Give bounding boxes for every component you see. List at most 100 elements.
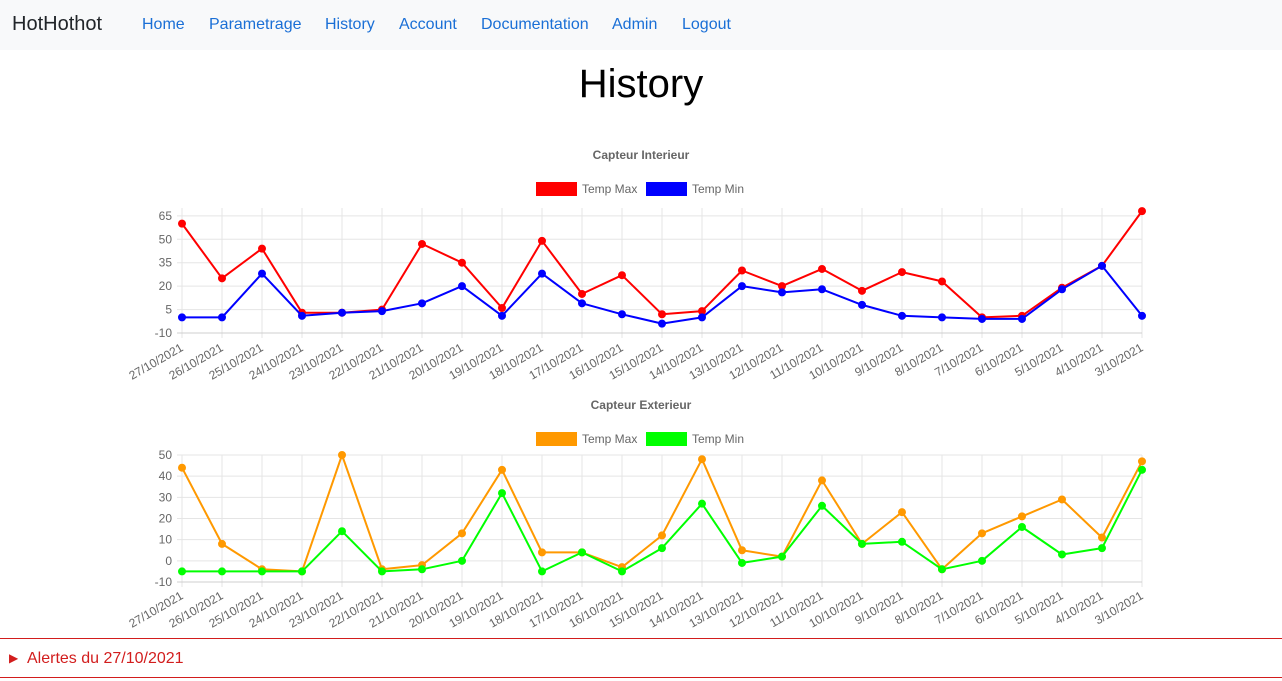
legend-swatch [536,432,577,446]
data-point [1058,550,1066,559]
nav-parametrage[interactable]: Parametrage [209,16,302,34]
data-point [1098,261,1106,270]
legend-swatch [646,432,687,446]
data-point [898,508,906,517]
data-point [778,288,786,297]
data-point [1018,512,1026,521]
data-point [818,264,826,273]
y-tick-label: 20 [159,279,173,293]
data-point [658,310,666,319]
data-point [1098,544,1106,553]
data-point [538,567,546,576]
data-point [378,567,386,576]
data-point [218,567,226,576]
y-tick-label: 10 [159,533,173,547]
data-point [1058,495,1066,504]
data-point [498,304,506,312]
alert-label: Alertes du 27/10/2021 [27,650,184,667]
data-point [1058,285,1066,294]
data-point [498,465,506,474]
data-point [818,285,826,294]
data-point [858,286,866,295]
chart-capteur-interieur: Capteur Interieur Temp Max Temp Min -10 5 20 3… [126,148,1146,383]
y-tick-label: -10 [155,575,173,589]
chart-title: Capteur Interieur [593,148,690,162]
nav-history[interactable]: History [325,16,375,34]
data-point [218,539,226,548]
data-point [738,266,746,275]
data-point [418,299,426,308]
data-point [458,556,466,565]
data-point [258,244,266,253]
alert-bar[interactable]: ▶ Alertes du 27/10/2021 [0,638,1282,678]
data-point [738,546,746,555]
brand-logo[interactable]: HotHothot [12,13,102,36]
data-point [178,219,186,228]
data-point [578,289,586,298]
data-point [698,455,706,464]
data-point [1138,465,1146,474]
data-point [658,531,666,540]
nav-admin[interactable]: Admin [612,16,657,34]
data-point [178,567,186,576]
data-point [978,556,986,565]
data-point [538,548,546,557]
data-point [858,300,866,309]
data-point [178,463,186,472]
page-title: History [578,62,704,106]
legend-label: Temp Max [582,182,637,196]
data-point [738,282,746,291]
data-point [218,313,226,322]
expand-arrow-icon[interactable]: ▶ [9,651,18,665]
data-point [538,236,546,245]
data-point [938,277,946,286]
data-point [298,567,306,576]
data-point [338,308,346,317]
y-tick-label: 5 [165,303,172,317]
data-point [818,476,826,485]
data-point [338,527,346,536]
data-point [258,269,266,278]
data-point [498,311,506,320]
nav-account[interactable]: Account [399,16,457,34]
legend-swatch [536,182,577,196]
data-point [298,311,306,320]
data-point [618,271,626,280]
data-point [698,313,706,322]
y-tick-label: -10 [155,326,173,340]
legend-label: Temp Min [692,182,744,196]
data-point [1018,314,1026,323]
data-point [1138,311,1146,320]
data-point [458,529,466,538]
y-tick-label: 20 [159,512,173,526]
data-point [1098,533,1106,542]
chart-capteur-exterieur: Capteur Exterieur Temp Max Temp Min -10 0 10 2… [126,398,1146,631]
nav-home[interactable]: Home [142,16,185,34]
data-point [658,319,666,328]
data-point [938,313,946,322]
data-point [618,567,626,576]
legend-label: Temp Min [692,432,744,446]
data-point [418,239,426,248]
y-tick-label: 50 [159,232,173,246]
data-point [698,499,706,508]
y-tick-label: 40 [159,469,173,483]
data-point [978,529,986,538]
data-point [898,268,906,277]
data-point [258,567,266,576]
nav-documentation[interactable]: Documentation [481,16,589,34]
data-point [618,310,626,319]
data-point [658,544,666,553]
data-point [498,489,506,498]
data-point [418,565,426,574]
data-point [178,313,186,322]
data-point [1018,522,1026,531]
y-tick-label: 0 [165,554,172,568]
data-point [538,269,546,278]
data-point [338,451,346,459]
y-tick-label: 30 [159,490,173,504]
y-tick-label: 65 [159,209,173,223]
nav-logout[interactable]: Logout [682,16,731,34]
data-point [1138,207,1146,216]
legend-label: Temp Max [582,432,637,446]
